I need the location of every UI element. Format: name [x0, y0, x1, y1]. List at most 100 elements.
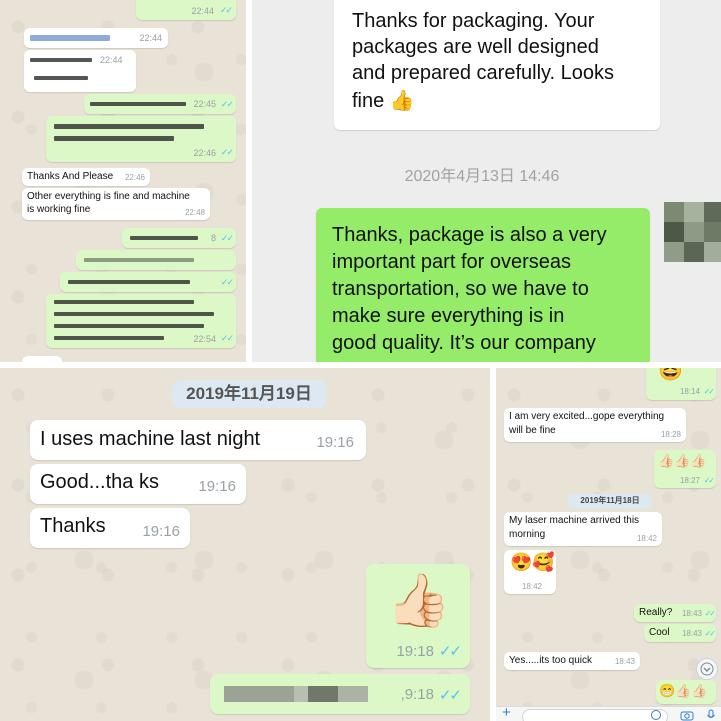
read-ticks-icon: ✓✓ [220, 99, 234, 109]
outgoing-message: 22:45 ✓✓ [84, 94, 236, 114]
redacted-text [308, 686, 338, 702]
redacted-text [224, 686, 294, 702]
message-time: 19:16 [198, 478, 236, 495]
outgoing-message: 22:44 ✓✓ [136, 0, 236, 20]
outgoing-message: 22:46 ✓✓ [46, 116, 236, 162]
message-time: 22:44 [139, 33, 162, 43]
date-separator: 2019年11月19日 [172, 380, 326, 408]
redacted-text [30, 35, 110, 41]
redacted-text [54, 336, 164, 340]
message-text: Thanks [40, 515, 106, 537]
message-time: 18:28 [660, 430, 681, 439]
incoming-message: My laser machine arrived this morning 18… [504, 512, 662, 546]
outgoing-message: 😁👍🏻👍🏻 [656, 680, 716, 704]
message-text: I uses machine last night [40, 428, 261, 450]
outgoing-message: 8 ✓✓ [122, 228, 236, 248]
outgoing-message: Thanks, package is also a very important… [316, 208, 650, 362]
redacted-text [30, 58, 92, 62]
message-time: 22:46 [124, 173, 145, 182]
redacted-text [130, 236, 198, 240]
thumbs-up-icon: 👍🏻 [386, 572, 451, 630]
sticker-icon[interactable] [650, 709, 662, 721]
read-ticks-icon: ✓✓ [220, 277, 234, 287]
read-ticks-icon: ✓✓ [704, 629, 716, 638]
redacted-text [34, 76, 88, 80]
plus-icon[interactable]: + [502, 704, 511, 721]
message-text: Good...tha ks [40, 471, 159, 493]
read-ticks-icon: ✓✓ [703, 387, 715, 396]
chevron-down-icon [700, 662, 714, 676]
redacted-text [338, 686, 368, 702]
message-text-line: Thanks for packaging. Your [352, 10, 595, 32]
message-time: 22:54 [193, 334, 216, 344]
message-text-line: good quality. It’s our company [332, 332, 596, 354]
message-text-line: I am very excited...gope everything [509, 411, 665, 422]
outgoing-message: ,9:18 ✓✓ [210, 674, 470, 714]
incoming-message: I uses machine last night 19:16 [30, 420, 366, 460]
message-time: 22:45 [193, 99, 216, 109]
message-time: 8 [210, 233, 216, 243]
message-text: Really? [639, 607, 673, 618]
incoming-message: 22:44 [24, 28, 168, 48]
read-ticks-icon: ✓✓ [438, 643, 462, 660]
outgoing-message: Really? 18:43 ✓✓ [634, 604, 716, 622]
outgoing-message [76, 250, 236, 270]
incoming-message: Other everything is fine and machine is … [22, 188, 210, 220]
message-text-line: packages are well designed [352, 36, 599, 58]
message-text-line: important part for overseas [332, 251, 571, 273]
scroll-to-bottom-button[interactable] [696, 658, 718, 680]
message-time: 18:42 [521, 582, 542, 591]
sticker-message: 👍🏻 19:18 ✓✓ [366, 564, 470, 668]
chat-screenshot-bottom-right: 😆 18:14 ✓✓ I am very excited...gope ever… [496, 368, 721, 721]
message-input[interactable] [522, 709, 668, 721]
camera-icon[interactable] [680, 709, 694, 721]
redacted-text [84, 258, 194, 262]
incoming-message: Thanks And Please 22:46 [22, 168, 150, 186]
date-separator: 2019年11月18日 [568, 494, 652, 508]
message-text-line: Thanks, package is also a very [332, 224, 607, 246]
incoming-message: I am very excited...gope everything will… [504, 408, 686, 442]
incoming-message: Yes.....its too quick 18:43 [504, 652, 640, 670]
incoming-message: Thanks 19:16 [30, 508, 190, 548]
message-text-line: Other everything is fine and machine [27, 191, 190, 202]
emoji-text: 😁👍🏻👍🏻 [659, 683, 708, 698]
redacted-text [54, 300, 194, 304]
date-separator: 2020年4月13日 14:46 [404, 168, 560, 185]
message-time: 22:46 [193, 148, 216, 158]
microphone-icon[interactable] [706, 709, 716, 721]
read-ticks-icon: ✓✓ [220, 333, 234, 343]
message-time: 18:43 [681, 609, 702, 618]
outgoing-message: ✓✓ [60, 272, 236, 292]
message-text-line: make sure everything is in [332, 305, 565, 327]
read-ticks-icon: ✓✓ [220, 233, 234, 243]
message-time: 18:43 [681, 629, 702, 638]
redacted-text [68, 280, 190, 284]
message-text-line: will be fine [509, 425, 556, 436]
message-text: Cool [649, 627, 670, 638]
message-text-line: is working fine [27, 204, 91, 215]
message-time: 22:44 [191, 6, 214, 16]
outgoing-message: Cool 18:43 ✓✓ [644, 624, 716, 642]
message-text-line: fine 👍 [352, 90, 415, 112]
outgoing-message: 😆 18:14 ✓✓ [646, 368, 716, 400]
redacted-text [294, 686, 308, 702]
chat-screenshot-top-right: Thanks for packaging. Your packages are … [252, 0, 721, 362]
read-ticks-icon: ✓✓ [219, 5, 233, 15]
avatar [664, 202, 721, 262]
message-time: 22:48 [184, 208, 205, 217]
message-time: 19:16 [142, 523, 180, 540]
incoming-message: Thanks for packaging. Your packages are … [334, 0, 660, 130]
read-ticks-icon: ✓✓ [220, 147, 234, 157]
incoming-message: 😍🥰 18:42 [504, 550, 556, 594]
incoming-message: 22:44 [24, 50, 136, 92]
message-time: 19:18 [396, 643, 434, 660]
message-time: 18:42 [636, 534, 657, 543]
redacted-text [54, 312, 214, 316]
message-time: 19:16 [316, 434, 354, 451]
redacted-text [90, 102, 186, 106]
message-time: 18:14 [679, 387, 700, 396]
message-text-line: My laser machine arrived this [509, 515, 640, 526]
message-text-line: and prepared carefully. Looks [352, 62, 615, 84]
message-time: ,9:18 [400, 686, 434, 703]
message-text: Yes.....its too quick [509, 655, 593, 666]
